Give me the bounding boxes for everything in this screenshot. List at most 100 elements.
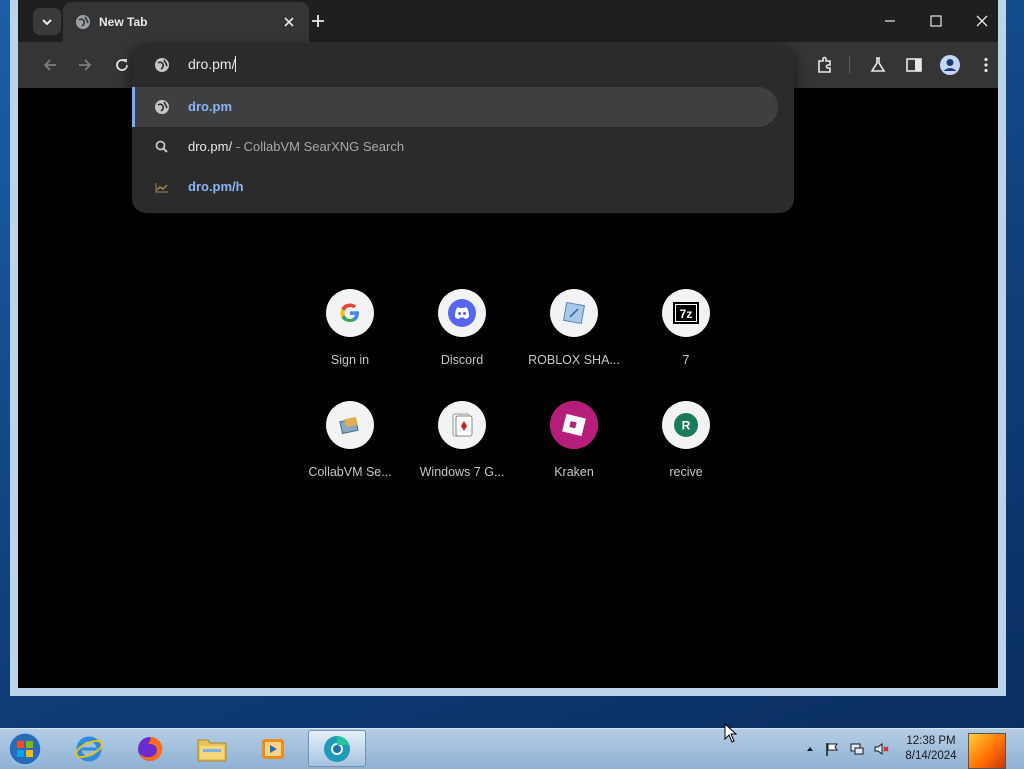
shortcut-tile[interactable]: Kraken (518, 401, 630, 511)
mouse-cursor-icon (724, 723, 738, 743)
extensions-button[interactable] (814, 54, 836, 76)
minimize-icon (885, 20, 895, 22)
suggestion-text: dro.pm/h (188, 179, 244, 194)
tray-expand-button[interactable] (802, 741, 818, 757)
close-tab-icon[interactable] (281, 14, 297, 30)
globe-icon (155, 58, 169, 72)
clock-date: 8/14/2024 (905, 750, 957, 762)
profile-icon (940, 55, 960, 75)
shortcut-label: Discord (440, 353, 484, 367)
clock-time: 12:38 PM (906, 735, 956, 747)
maximize-icon (930, 15, 942, 27)
discord-icon (438, 289, 486, 337)
address-input[interactable]: dro.pm/ (188, 56, 237, 72)
taskbar-internet-explorer[interactable] (60, 730, 118, 767)
reload-button[interactable] (112, 55, 132, 75)
suggestion-text: dro.pm (188, 99, 232, 114)
media-player-icon (262, 738, 284, 759)
volume-muted-icon (874, 743, 889, 755)
tray-network[interactable] (849, 741, 865, 757)
toolbar-separator (849, 56, 850, 74)
tab-title: New Tab (99, 15, 148, 29)
start-button[interactable] (5, 731, 45, 767)
cards-icon (438, 401, 486, 449)
shortcut-tile[interactable]: 7z 7 (630, 289, 742, 399)
shortcut-label: 7 (682, 353, 690, 367)
omnibox-suggestion[interactable]: dro.pm/h (132, 167, 778, 207)
suggestion-text: dro.pm/ - CollabVM SearXNG Search (188, 139, 404, 154)
shortcut-label: Kraken (554, 465, 594, 479)
close-window-button[interactable] (967, 8, 997, 34)
omnibox-suggestion[interactable]: dro.pm (132, 87, 778, 127)
show-desktop-button[interactable] (968, 733, 1006, 769)
firefox-icon (138, 736, 163, 761)
extensions-icon (818, 56, 831, 73)
shortcut-label: Windows 7 G... (419, 465, 505, 479)
windows-start-icon (8, 732, 42, 766)
omnibox-dropdown: dro.pm/ dro.pm dro.pm/ - CollabVM SearXNG… (132, 43, 794, 213)
suggestion-description: - CollabVM SearXNG Search (235, 139, 405, 154)
kraken-icon (550, 401, 598, 449)
labs-flask-icon (870, 57, 886, 72)
profile-button[interactable] (939, 54, 961, 76)
history-icon (154, 179, 170, 195)
shortcut-label: recive (669, 465, 703, 479)
suggestion-url: dro.pm (188, 99, 233, 114)
chevron-down-icon (42, 18, 52, 25)
text-caret (235, 56, 237, 72)
tray-action-center[interactable] (824, 741, 840, 757)
shortcut-tile[interactable]: Sign in (294, 289, 406, 399)
svg-text:R: R (682, 419, 691, 433)
side-panel-button[interactable] (903, 54, 925, 76)
shortcut-tile[interactable]: Discord (406, 289, 518, 399)
tray-volume[interactable] (873, 741, 889, 757)
taskbar-file-explorer[interactable] (183, 730, 241, 767)
more-menu-button[interactable] (975, 54, 997, 76)
taskbar-firefox[interactable] (121, 730, 179, 767)
7zip-icon: 7z (662, 289, 710, 337)
svg-text:7z: 7z (680, 307, 693, 321)
back-icon (43, 59, 56, 71)
shortcut-label: CollabVM Se... (308, 465, 392, 479)
shortcut-label: Sign in (330, 353, 370, 367)
title-bar: New Tab (18, 0, 998, 42)
shortcut-tile[interactable]: CollabVM Se... (294, 401, 406, 511)
roblox-shader-icon (550, 289, 598, 337)
collabvm-icon (326, 401, 374, 449)
minimize-button[interactable] (875, 8, 905, 34)
new-tab-plus-icon[interactable] (308, 11, 328, 31)
file-explorer-icon (197, 739, 227, 761)
side-panel-icon (906, 58, 922, 72)
maximize-button[interactable] (921, 8, 951, 34)
more-menu-icon (984, 57, 988, 73)
shortcut-tile[interactable]: Rrecive (630, 401, 742, 511)
chevron-up-icon (807, 747, 813, 751)
address-bar[interactable]: dro.pm/ (132, 43, 794, 87)
globe-icon (76, 15, 90, 29)
internet-explorer-icon (75, 736, 103, 761)
network-icon (850, 743, 864, 755)
close-icon (976, 15, 988, 27)
shortcut-label: ROBLOX SHA... (528, 353, 620, 367)
taskbar: 12:38 PM 8/14/2024 (0, 728, 1024, 769)
labs-button[interactable] (867, 54, 889, 76)
omnibox-suggestion[interactable]: dro.pm/ - CollabVM SearXNG Search (132, 127, 778, 167)
globe-icon (154, 99, 170, 115)
system-clock[interactable]: 12:38 PM 8/14/2024 (896, 734, 966, 764)
chromium-icon (324, 735, 350, 762)
forward-icon (79, 59, 92, 71)
google-icon (326, 289, 374, 337)
taskbar-chromium[interactable] (308, 730, 366, 767)
tab-search-button[interactable] (33, 8, 61, 35)
back-button[interactable] (40, 55, 60, 75)
shortcut-tile[interactable]: ROBLOX SHA... (518, 289, 630, 399)
reload-icon (116, 59, 128, 71)
shortcut-tile[interactable]: Windows 7 G... (406, 401, 518, 511)
tab-new-tab[interactable]: New Tab (63, 2, 309, 42)
flag-icon (826, 743, 838, 756)
taskbar-media-player[interactable] (244, 730, 302, 767)
forward-button[interactable] (75, 55, 95, 75)
suggestion-url: dro.pm/ (188, 139, 233, 154)
suggestion-url: dro.pm/h (188, 179, 244, 194)
search-icon (154, 139, 170, 155)
